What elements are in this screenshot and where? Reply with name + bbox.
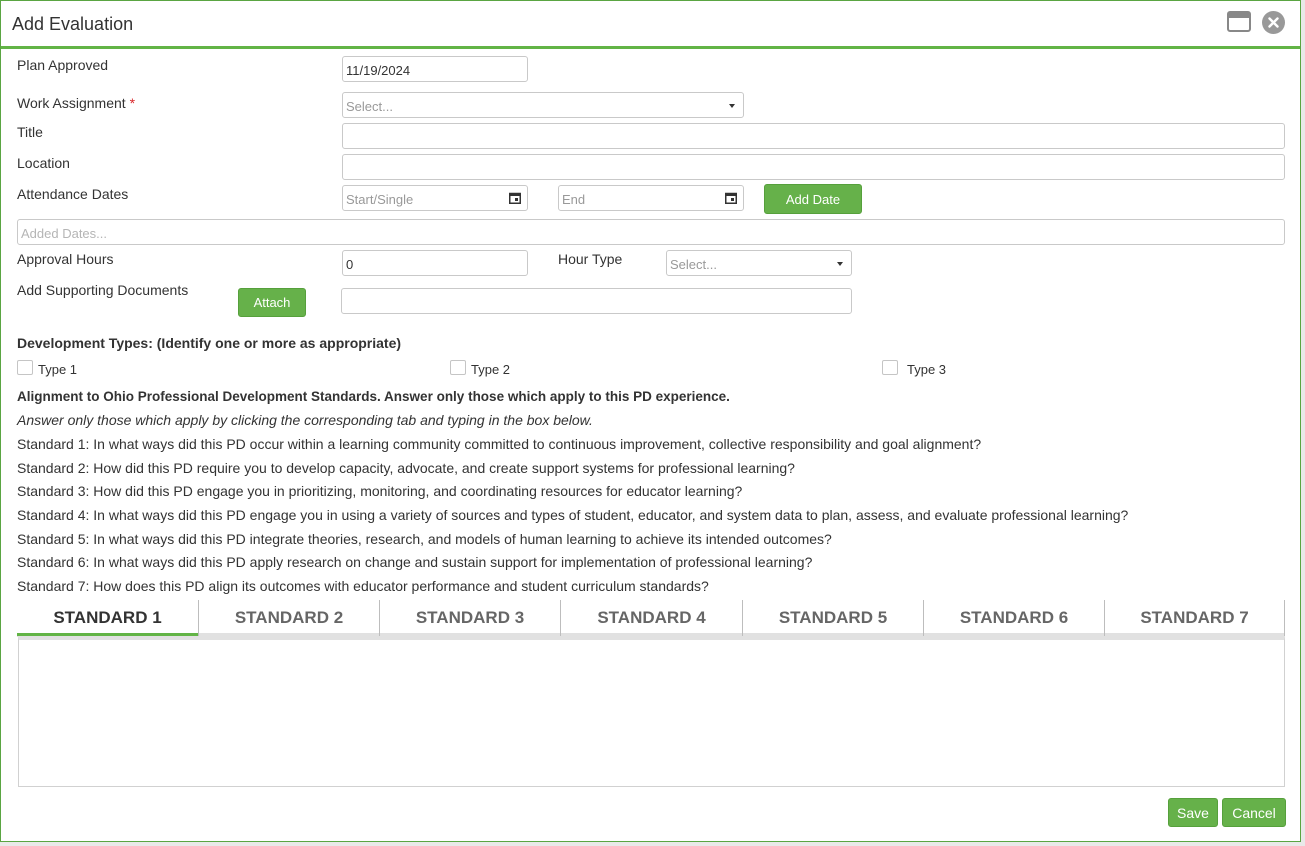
type-3-label: Type 3 xyxy=(907,362,947,377)
added-dates-placeholder: Added Dates... xyxy=(21,226,107,241)
standards-tabs: STANDARD 1 STANDARD 2 STANDARD 3 STANDAR… xyxy=(17,600,1285,636)
title-label: Title xyxy=(17,124,43,140)
calendar-icon[interactable] xyxy=(509,192,521,204)
dialog-title: Add Evaluation xyxy=(12,14,134,34)
work-assignment-label: Work Assignment * xyxy=(17,95,135,111)
standard-4-question: Standard 4: In what ways did this PD eng… xyxy=(17,507,1129,523)
added-dates-field[interactable]: Added Dates... xyxy=(17,219,1285,245)
hour-type-select[interactable]: Select... xyxy=(666,250,852,276)
attendance-dates-label: Attendance Dates xyxy=(17,186,129,202)
tab-standard-2[interactable]: STANDARD 2 xyxy=(198,600,379,636)
tab-standard-6[interactable]: STANDARD 6 xyxy=(923,600,1104,636)
chevron-down-icon xyxy=(837,262,843,266)
attach-button[interactable]: Attach xyxy=(238,288,306,317)
work-assignment-select[interactable]: Select... xyxy=(342,92,744,118)
plan-approved-label: Plan Approved xyxy=(17,57,109,73)
start-date-input[interactable]: Start/Single xyxy=(342,185,528,211)
location-label: Location xyxy=(17,155,70,171)
save-button[interactable]: Save xyxy=(1168,798,1218,827)
start-date-placeholder: Start/Single xyxy=(346,192,414,207)
maximize-icon[interactable] xyxy=(1227,11,1251,32)
standard-5-question: Standard 5: In what ways did this PD int… xyxy=(17,531,832,547)
standard-6-question: Standard 6: In what ways did this PD app… xyxy=(17,554,813,570)
add-evaluation-dialog: Add Evaluation Plan Approved 11/19/2024 … xyxy=(0,0,1301,842)
tab-standard-7[interactable]: STANDARD 7 xyxy=(1104,600,1285,636)
attachment-field[interactable] xyxy=(341,288,852,314)
standard-3-question: Standard 3: How did this PD engage you i… xyxy=(17,483,743,499)
title-input[interactable] xyxy=(342,123,1285,149)
tab-standard-1[interactable]: STANDARD 1 xyxy=(17,600,198,636)
supporting-docs-label: Add Supporting Documents xyxy=(17,282,189,298)
required-marker: * xyxy=(129,95,136,111)
standard-answer-textarea[interactable] xyxy=(18,637,1285,787)
hour-type-label: Hour Type xyxy=(558,251,623,267)
cancel-button[interactable]: Cancel xyxy=(1222,798,1286,827)
tab-standard-3[interactable]: STANDARD 3 xyxy=(379,600,560,636)
standard-2-question: Standard 2: How did this PD require you … xyxy=(17,460,795,476)
work-assignment-placeholder: Select... xyxy=(346,99,393,114)
location-input[interactable] xyxy=(342,154,1285,180)
hour-type-placeholder: Select... xyxy=(670,257,717,272)
close-icon[interactable] xyxy=(1262,11,1285,34)
type-2-label: Type 2 xyxy=(471,362,511,377)
development-types-heading: Development Types: (Identify one or more… xyxy=(17,335,402,351)
tab-standard-4[interactable]: STANDARD 4 xyxy=(560,600,742,636)
type-1-label: Type 1 xyxy=(38,362,78,377)
standard-7-question: Standard 7: How does this PD align its o… xyxy=(17,578,709,594)
type-1-checkbox[interactable] xyxy=(17,360,33,375)
calendar-icon[interactable] xyxy=(725,192,737,204)
add-date-button[interactable]: Add Date xyxy=(764,184,862,214)
approval-hours-input[interactable]: 0 xyxy=(342,250,528,276)
chevron-down-icon xyxy=(729,104,735,108)
alignment-instruction: Answer only those which apply by clickin… xyxy=(17,412,593,428)
tab-standard-5[interactable]: STANDARD 5 xyxy=(742,600,923,636)
work-assignment-label-text: Work Assignment xyxy=(17,95,126,111)
standard-1-question: Standard 1: In what ways did this PD occ… xyxy=(17,436,982,452)
dialog-titlebar: Add Evaluation xyxy=(1,1,1300,49)
end-date-input[interactable]: End xyxy=(558,185,744,211)
alignment-heading: Alignment to Ohio Professional Developme… xyxy=(17,389,730,404)
type-3-checkbox[interactable] xyxy=(882,360,898,375)
type-2-checkbox[interactable] xyxy=(450,360,466,375)
plan-approved-input[interactable]: 11/19/2024 xyxy=(342,56,528,82)
end-date-placeholder: End xyxy=(562,192,586,207)
approval-hours-label: Approval Hours xyxy=(17,251,114,267)
